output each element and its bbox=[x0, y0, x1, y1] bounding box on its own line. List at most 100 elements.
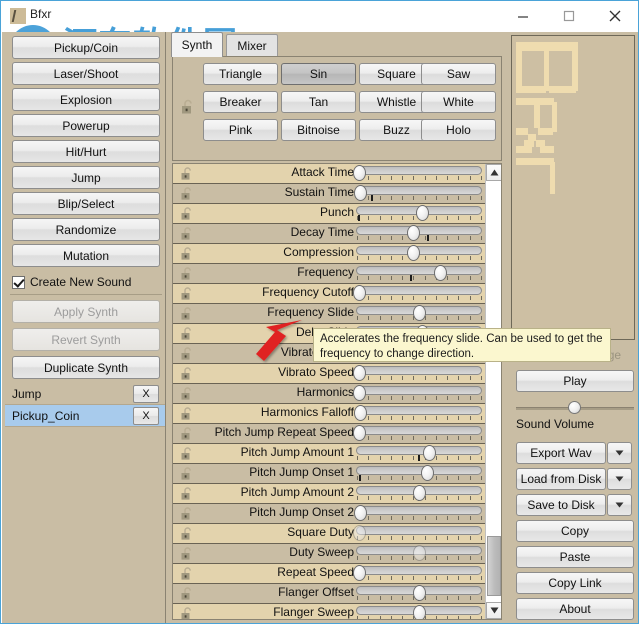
wave-button-pink[interactable]: Pink bbox=[203, 119, 278, 141]
tab-mixer[interactable]: Mixer bbox=[226, 34, 278, 56]
slider-track[interactable] bbox=[356, 526, 482, 535]
slider-control[interactable] bbox=[352, 425, 482, 442]
slider-thumb[interactable] bbox=[413, 485, 426, 501]
slider-control[interactable] bbox=[356, 585, 482, 602]
sidebar-item-pickup-coin[interactable]: Pickup/Coin bbox=[12, 36, 160, 59]
lock-open-icon[interactable] bbox=[180, 487, 196, 501]
slider-thumb[interactable] bbox=[352, 365, 366, 381]
slider-track[interactable] bbox=[356, 366, 482, 375]
wave-button-triangle[interactable]: Triangle bbox=[203, 63, 278, 85]
slider-track[interactable] bbox=[356, 406, 482, 415]
slider-control[interactable] bbox=[356, 265, 482, 282]
volume-thumb[interactable] bbox=[568, 401, 581, 414]
lock-open-icon[interactable] bbox=[180, 507, 196, 521]
slider-row[interactable]: Frequency bbox=[173, 264, 487, 284]
lock-open-icon[interactable] bbox=[180, 567, 196, 581]
sidebar-item-randomize[interactable]: Randomize bbox=[12, 218, 160, 241]
copy-link-button[interactable]: Copy Link bbox=[516, 572, 634, 594]
slider-row[interactable]: Frequency Slide bbox=[173, 304, 487, 324]
lock-open-icon[interactable] bbox=[180, 307, 196, 321]
sidebar-item-laser-shoot[interactable]: Laser/Shoot bbox=[12, 62, 160, 85]
slider-thumb[interactable] bbox=[406, 225, 420, 241]
create-new-sound-checkbox[interactable]: Create New Sound bbox=[12, 272, 162, 292]
close-icon[interactable] bbox=[592, 1, 638, 31]
scroll-up-icon[interactable] bbox=[486, 164, 501, 181]
duplicate-synth-button[interactable]: Duplicate Synth bbox=[12, 356, 160, 379]
waveform-display[interactable] bbox=[511, 35, 635, 340]
sound-volume-slider[interactable] bbox=[516, 401, 634, 415]
lock-open-icon[interactable] bbox=[180, 447, 196, 461]
lock-open-icon[interactable] bbox=[180, 547, 196, 561]
lock-open-icon[interactable] bbox=[180, 247, 196, 261]
sidebar-item-hit-hurt[interactable]: Hit/Hurt bbox=[12, 140, 160, 163]
sidebar-item-explosion[interactable]: Explosion bbox=[12, 88, 160, 111]
apply-synth-button[interactable]: Apply Synth bbox=[12, 300, 160, 323]
slider-thumb[interactable] bbox=[352, 165, 366, 181]
scroll-down-icon[interactable] bbox=[486, 602, 501, 619]
sidebar-item-jump[interactable]: Jump bbox=[12, 166, 160, 189]
save-to-disk-dropdown-icon[interactable] bbox=[607, 494, 632, 516]
slider-row[interactable]: Compression bbox=[173, 244, 487, 264]
slider-row[interactable]: Harmonics bbox=[173, 384, 487, 404]
slider-control[interactable] bbox=[356, 465, 482, 482]
sidebar-item-powerup[interactable]: Powerup bbox=[12, 114, 160, 137]
slider-track[interactable] bbox=[356, 446, 482, 455]
slider-control[interactable] bbox=[356, 225, 482, 242]
list-item[interactable]: Pickup_Coin X bbox=[5, 405, 165, 427]
slider-thumb[interactable] bbox=[415, 205, 429, 221]
slider-control[interactable] bbox=[352, 365, 482, 382]
lock-open-icon[interactable] bbox=[180, 327, 196, 341]
wave-button-bitnoise[interactable]: Bitnoise bbox=[281, 119, 356, 141]
slider-row[interactable]: Pitch Jump Amount 2 bbox=[173, 484, 487, 504]
slider-row[interactable]: Decay Time bbox=[173, 224, 487, 244]
slider-row[interactable]: Sustain Time bbox=[173, 184, 487, 204]
minimize-icon[interactable] bbox=[500, 1, 546, 31]
slider-track[interactable] bbox=[356, 566, 482, 575]
slider-thumb[interactable] bbox=[406, 245, 420, 261]
wave-button-tan[interactable]: Tan bbox=[281, 91, 356, 113]
slider-row[interactable]: Flanger Sweep bbox=[173, 604, 487, 619]
lock-open-icon[interactable] bbox=[180, 227, 196, 241]
slider-control[interactable] bbox=[356, 445, 482, 462]
slider-row[interactable]: Square Duty bbox=[173, 524, 487, 544]
slider-track[interactable] bbox=[356, 426, 482, 435]
slider-thumb[interactable] bbox=[413, 585, 426, 601]
slider-control[interactable] bbox=[352, 385, 482, 402]
lock-open-icon[interactable] bbox=[180, 187, 196, 201]
scrollbar-thumb[interactable] bbox=[487, 536, 501, 596]
wave-button-saw[interactable]: Saw bbox=[421, 63, 496, 85]
load-from-disk-dropdown-icon[interactable] bbox=[607, 468, 632, 490]
slider-track[interactable] bbox=[356, 466, 482, 475]
lock-open-icon[interactable] bbox=[180, 367, 196, 381]
wave-button-white[interactable]: White bbox=[421, 91, 496, 113]
lock-open-icon[interactable] bbox=[180, 267, 196, 281]
wave-button-breaker[interactable]: Breaker bbox=[203, 91, 278, 113]
slider-control[interactable] bbox=[352, 525, 482, 542]
slider-track[interactable] bbox=[356, 506, 482, 515]
slider-thumb[interactable] bbox=[352, 385, 366, 401]
lock-open-icon[interactable] bbox=[180, 207, 196, 221]
lock-open-icon[interactable] bbox=[180, 99, 197, 115]
slider-control[interactable] bbox=[356, 485, 482, 502]
slider-thumb[interactable] bbox=[423, 445, 437, 461]
slider-thumb[interactable] bbox=[352, 525, 366, 541]
slider-row[interactable]: Flanger Offset bbox=[173, 584, 487, 604]
sidebar-item-mutation[interactable]: Mutation bbox=[12, 244, 160, 267]
copy-button[interactable]: Copy bbox=[516, 520, 634, 542]
revert-synth-button[interactable]: Revert Synth bbox=[12, 328, 160, 351]
slider-track[interactable] bbox=[356, 186, 482, 195]
slider-control[interactable] bbox=[352, 565, 482, 582]
slider-thumb[interactable] bbox=[352, 425, 366, 441]
export-wav-dropdown-icon[interactable] bbox=[607, 442, 632, 464]
slider-thumb[interactable] bbox=[352, 565, 366, 581]
slider-thumb[interactable] bbox=[420, 465, 434, 481]
load-from-disk-button[interactable]: Load from Disk bbox=[516, 468, 606, 490]
slider-thumb[interactable] bbox=[413, 305, 426, 321]
lock-open-icon[interactable] bbox=[180, 587, 196, 601]
slider-control[interactable] bbox=[353, 505, 482, 522]
save-to-disk-button[interactable]: Save to Disk bbox=[516, 494, 606, 516]
slider-track[interactable] bbox=[356, 166, 482, 175]
slider-row[interactable]: Pitch Jump Amount 1 bbox=[173, 444, 487, 464]
lock-open-icon[interactable] bbox=[180, 427, 196, 441]
slider-row[interactable]: Frequency Cutoff bbox=[173, 284, 487, 304]
